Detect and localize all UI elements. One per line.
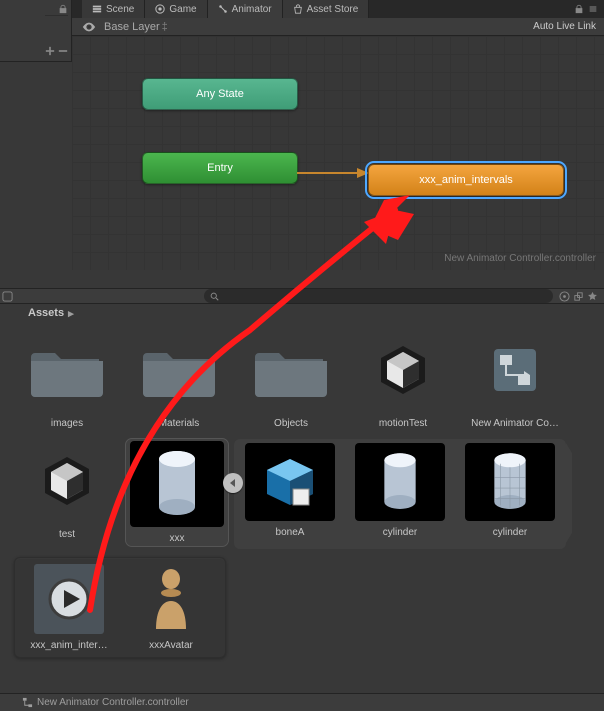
chevron-right-icon: ▸ bbox=[68, 307, 74, 320]
asset-label: test bbox=[14, 529, 120, 540]
asset-anim-controller[interactable]: New Animator Co… bbox=[462, 328, 568, 429]
asset-label: motionTest bbox=[350, 418, 456, 429]
node-default-state-label: xxx_anim_intervals bbox=[419, 174, 513, 186]
animator-icon bbox=[218, 4, 228, 14]
avatar-icon bbox=[150, 567, 192, 631]
search-icon bbox=[210, 292, 219, 301]
asset-children-group: boneA cylinder bbox=[234, 439, 566, 549]
tab-scene[interactable]: Scene bbox=[82, 0, 145, 18]
node-entry-label: Entry bbox=[207, 162, 233, 174]
asset-clip-xxx_anim_intervals[interactable]: xxx_anim_inter… bbox=[21, 564, 117, 651]
cylinder-wire-icon bbox=[490, 451, 530, 513]
assets-header-label: Assets bbox=[28, 307, 64, 319]
asset-subassets-group: xxx_anim_inter… xxxAvatar bbox=[14, 557, 226, 658]
asset-scene-motionTest[interactable]: motionTest bbox=[350, 328, 456, 429]
tab-game-label: Game bbox=[169, 4, 196, 15]
asset-label: Objects bbox=[238, 418, 344, 429]
asset-folder-images[interactable]: images bbox=[14, 328, 120, 429]
asset-label: cylinder bbox=[458, 527, 562, 537]
asset-label: images bbox=[14, 418, 120, 429]
asset-label: New Animator Co… bbox=[462, 418, 568, 429]
animator-toolbar: Base Layer‡ Auto Live Link bbox=[0, 18, 604, 36]
search-input[interactable] bbox=[204, 289, 553, 303]
asset-folder-materials[interactable]: Materials bbox=[126, 328, 232, 429]
animator-graph[interactable]: Any State Entry xxx_anim_intervals New A… bbox=[72, 36, 604, 270]
tab-bar-right bbox=[574, 4, 604, 14]
node-default-state[interactable]: xxx_anim_intervals bbox=[368, 164, 564, 196]
animator-controller-icon bbox=[490, 345, 540, 395]
folder-icon bbox=[31, 341, 103, 399]
animator-controller-small-icon bbox=[22, 697, 33, 708]
tab-game[interactable]: Game bbox=[145, 0, 207, 18]
tab-animator[interactable]: Animator bbox=[208, 0, 283, 18]
eye-icon[interactable] bbox=[82, 20, 96, 34]
left-gutter bbox=[0, 0, 72, 62]
cube-icon bbox=[263, 455, 317, 509]
lock-icon bbox=[58, 4, 68, 14]
main-tab-bar: Scene Game Animator Asset Store bbox=[0, 0, 604, 18]
project-toolbar bbox=[0, 288, 604, 304]
unity-logo-icon bbox=[375, 342, 431, 398]
plus-minus-icon[interactable] bbox=[45, 46, 55, 56]
cylinder-icon bbox=[380, 451, 420, 513]
assets-breadcrumb[interactable]: Assets ▸ bbox=[0, 304, 604, 322]
asset-model-xxx[interactable]: xxx bbox=[126, 439, 228, 546]
lock-icon[interactable] bbox=[574, 4, 584, 14]
animation-clip-icon bbox=[46, 576, 92, 622]
graph-controller-label: New Animator Controller.controller bbox=[444, 253, 596, 264]
tab-scene-label: Scene bbox=[106, 4, 134, 15]
filter-icon-2[interactable] bbox=[573, 291, 584, 302]
assets-row-1: images Materials Objects motionTest New … bbox=[0, 322, 604, 435]
minus-icon[interactable] bbox=[58, 46, 68, 56]
asset-folder-objects[interactable]: Objects bbox=[238, 328, 344, 429]
unity-logo-icon bbox=[39, 453, 95, 509]
auto-live-link-button[interactable]: Auto Live Link bbox=[533, 21, 604, 32]
asset-label: cylinder bbox=[348, 527, 452, 537]
assets-panel: Assets ▸ images Materials Objects motion… bbox=[0, 304, 604, 693]
group-expand-right[interactable] bbox=[566, 443, 572, 543]
folder-icon bbox=[255, 341, 327, 399]
breadcrumb-label: Base Layer bbox=[104, 21, 160, 33]
asset-avatar-xxxAvatar[interactable]: xxxAvatar bbox=[123, 564, 219, 651]
context-menu-icon[interactable] bbox=[588, 4, 598, 14]
create-menu-icon[interactable] bbox=[2, 291, 13, 302]
asset-label: xxx bbox=[128, 533, 226, 544]
node-any-state[interactable]: Any State bbox=[142, 78, 298, 110]
game-icon bbox=[155, 4, 165, 14]
tab-asset-store[interactable]: Asset Store bbox=[283, 0, 370, 18]
status-bar-path: New Animator Controller.controller bbox=[37, 697, 189, 708]
asset-mesh-cylinder-1[interactable]: cylinder bbox=[348, 443, 452, 537]
project-status-bar: New Animator Controller.controller bbox=[0, 693, 604, 711]
asset-label: Materials bbox=[126, 418, 232, 429]
assets-row-3: xxx_anim_inter… xxxAvatar bbox=[0, 553, 604, 662]
chevron-left-icon bbox=[229, 479, 237, 487]
favorite-icon[interactable] bbox=[587, 291, 598, 302]
tab-animator-label: Animator bbox=[232, 4, 272, 15]
node-entry[interactable]: Entry bbox=[142, 152, 298, 184]
folder-icon bbox=[143, 341, 215, 399]
asset-mesh-cylinder-2[interactable]: cylinder bbox=[458, 443, 562, 537]
assets-row-2: test xxx bbox=[0, 435, 604, 553]
cylinder-icon bbox=[154, 449, 200, 519]
breadcrumb[interactable]: Base Layer‡ bbox=[104, 21, 168, 33]
asset-scene-test[interactable]: test bbox=[14, 439, 120, 540]
transition-arrow[interactable] bbox=[297, 166, 371, 180]
asset-label: boneA bbox=[238, 527, 342, 537]
asset-mesh-boneA[interactable]: boneA bbox=[238, 443, 342, 537]
tab-asset-store-label: Asset Store bbox=[307, 4, 359, 15]
filter-icon-1[interactable] bbox=[559, 291, 570, 302]
scene-icon bbox=[92, 4, 102, 14]
asset-store-icon bbox=[293, 4, 303, 14]
node-any-state-label: Any State bbox=[196, 88, 244, 100]
asset-label: xxx_anim_inter… bbox=[21, 640, 117, 651]
asset-label: xxxAvatar bbox=[123, 640, 219, 651]
